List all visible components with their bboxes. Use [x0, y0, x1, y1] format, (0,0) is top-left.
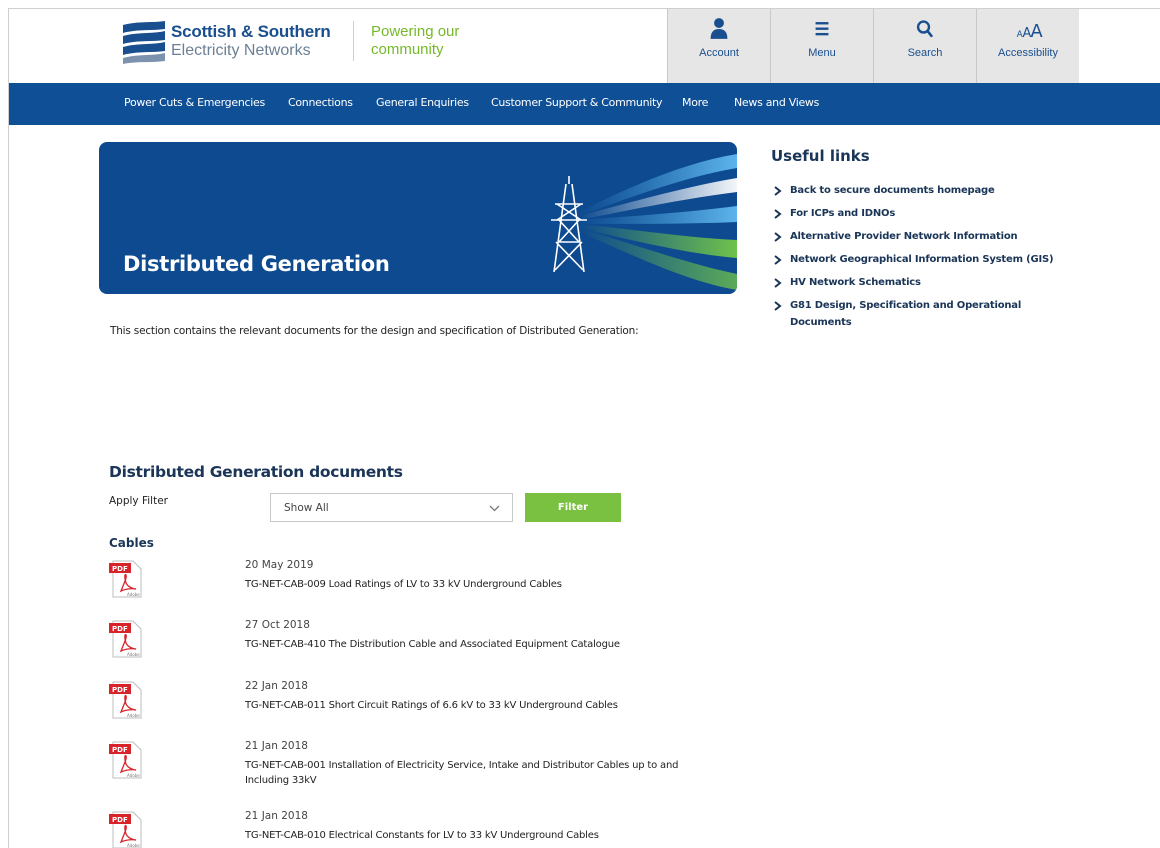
useful-link-label: Network Geographical Information System …	[790, 254, 1054, 265]
pdf-brand-label: Adobe	[127, 773, 140, 778]
useful-link-label: For ICPs and IDNOs	[790, 208, 896, 219]
brand-divider	[353, 21, 354, 61]
pdf-badge-label: PDF	[112, 746, 128, 754]
pdf-file-icon: PDF Adobe	[109, 620, 142, 658]
brand-name[interactable]: Scottish & Southern Electricity Networks	[171, 22, 331, 60]
document-date: 20 May 2019	[245, 559, 314, 571]
nav-customer-support[interactable]: Customer Support & Community	[491, 96, 663, 109]
document-link[interactable]: TG-NET-CAB-410 The Distribution Cable an…	[245, 637, 705, 652]
pdf-file-icon: PDF Adobe	[109, 560, 142, 598]
useful-link-alternative-provider[interactable]: Alternative Provider Network Information	[773, 228, 1063, 245]
brand-line-1: Scottish & Southern	[171, 22, 331, 41]
search-label: Search	[907, 47, 943, 59]
document-link[interactable]: TG-NET-CAB-001 Installation of Electrici…	[245, 758, 705, 788]
pdf-file-icon: PDF Adobe	[109, 681, 142, 719]
document-date: 22 Jan 2018	[245, 680, 308, 692]
useful-link-gis[interactable]: Network Geographical Information System …	[773, 251, 1063, 268]
useful-link-label: G81 Design, Specification and Operationa…	[790, 300, 1022, 328]
intro-text: This section contains the relevant docum…	[110, 325, 639, 337]
account-label: Account	[699, 47, 739, 59]
text-size-icon: A A A	[1017, 21, 1044, 41]
document-date: 21 Jan 2018	[245, 810, 308, 822]
nav-connections[interactable]: Connections	[288, 96, 353, 109]
chevron-right-icon	[774, 301, 782, 311]
useful-link-label: HV Network Schematics	[790, 277, 921, 288]
documents-title: Distributed Generation documents	[109, 463, 403, 481]
useful-link-hv-schematics[interactable]: HV Network Schematics	[773, 274, 1063, 291]
chevron-right-icon	[774, 278, 782, 288]
useful-link-label: Alternative Provider Network Information	[790, 231, 1018, 242]
nav-news-and-views[interactable]: News and Views	[734, 96, 819, 109]
chevron-down-icon	[489, 505, 500, 512]
pdf-brand-label: Adobe	[127, 592, 140, 597]
menu-button[interactable]: Menu	[770, 9, 873, 83]
pdf-file-icon: PDF Adobe	[109, 741, 142, 779]
document-item[interactable]: PDF Adobe 20 May 2019 TG-NET-CAB-009 Loa…	[109, 559, 709, 615]
brand-line-2: Electricity Networks	[171, 42, 311, 59]
category-heading: Cables	[109, 536, 154, 550]
nav-more[interactable]: More	[682, 96, 708, 109]
document-date: 27 Oct 2018	[245, 619, 310, 631]
document-item[interactable]: PDF Adobe 21 Jan 2018 TG-NET-CAB-010 Ele…	[109, 810, 709, 848]
document-link[interactable]: TG-NET-CAB-011 Short Circuit Ratings of …	[245, 698, 705, 713]
menu-icon	[815, 22, 829, 36]
accessibility-button[interactable]: A A A Accessibility	[976, 9, 1079, 83]
useful-links-list: Back to secure documents homepage For IC…	[773, 182, 1063, 337]
document-item[interactable]: PDF Adobe 27 Oct 2018 TG-NET-CAB-410 The…	[109, 619, 709, 675]
document-link[interactable]: TG-NET-CAB-010 Electrical Constants for …	[245, 828, 705, 843]
useful-links-title: Useful links	[771, 147, 870, 165]
pdf-badge-label: PDF	[112, 565, 128, 573]
banner-title: Distributed Generation	[123, 252, 390, 276]
pdf-badge-label: PDF	[112, 686, 128, 694]
chevron-right-icon	[774, 232, 782, 242]
useful-link-g81-documents[interactable]: G81 Design, Specification and Operationa…	[773, 297, 1063, 331]
search-button[interactable]: Search	[873, 9, 976, 83]
search-icon	[916, 20, 933, 38]
useful-link-label: Back to secure documents homepage	[790, 185, 995, 196]
nav-general-enquiries[interactable]: General Enquiries	[376, 96, 469, 109]
apply-filter-label: Apply Filter	[109, 495, 168, 507]
tagline: Powering our community	[371, 23, 459, 59]
pdf-badge-label: PDF	[112, 816, 128, 824]
chevron-right-icon	[774, 186, 782, 196]
ssen-logo-icon[interactable]	[119, 19, 169, 65]
pdf-file-icon: PDF Adobe	[109, 811, 142, 848]
pdf-badge-label: PDF	[112, 625, 128, 633]
site-header: Scottish & Southern Electricity Networks…	[9, 9, 1160, 83]
document-item[interactable]: PDF Adobe 22 Jan 2018 TG-NET-CAB-011 Sho…	[109, 680, 709, 736]
tagline-line-2: community	[371, 41, 444, 58]
menu-label: Menu	[808, 47, 836, 59]
chevron-right-icon	[774, 209, 782, 219]
accessibility-label: Accessibility	[998, 47, 1058, 59]
pdf-brand-label: Adobe	[127, 652, 140, 657]
tagline-line-1: Powering our	[371, 23, 460, 40]
useful-link-secure-documents[interactable]: Back to secure documents homepage	[773, 182, 1063, 199]
pdf-brand-label: Adobe	[127, 713, 140, 718]
document-item[interactable]: PDF Adobe 21 Jan 2018 TG-NET-CAB-001 Ins…	[109, 740, 709, 796]
chevron-right-icon	[774, 255, 782, 265]
main-nav: Power Cuts & Emergencies Connections Gen…	[9, 83, 1160, 125]
pdf-brand-label: Adobe	[127, 843, 140, 848]
document-date: 21 Jan 2018	[245, 740, 308, 752]
hero-banner: Distributed Generation	[99, 142, 737, 294]
page: Scottish & Southern Electricity Networks…	[8, 8, 1160, 848]
filter-select[interactable]: Show All	[270, 493, 513, 522]
svg-text:A: A	[1030, 21, 1043, 41]
nav-power-cuts[interactable]: Power Cuts & Emergencies	[124, 96, 265, 109]
useful-link-icps-idnos[interactable]: For ICPs and IDNOs	[773, 205, 1063, 222]
document-link[interactable]: TG-NET-CAB-009 Load Ratings of LV to 33 …	[245, 577, 705, 592]
user-icon	[710, 18, 728, 39]
filter-select-value: Show All	[284, 502, 329, 514]
filter-button[interactable]: Filter	[525, 493, 621, 522]
account-button[interactable]: Account	[667, 9, 770, 83]
